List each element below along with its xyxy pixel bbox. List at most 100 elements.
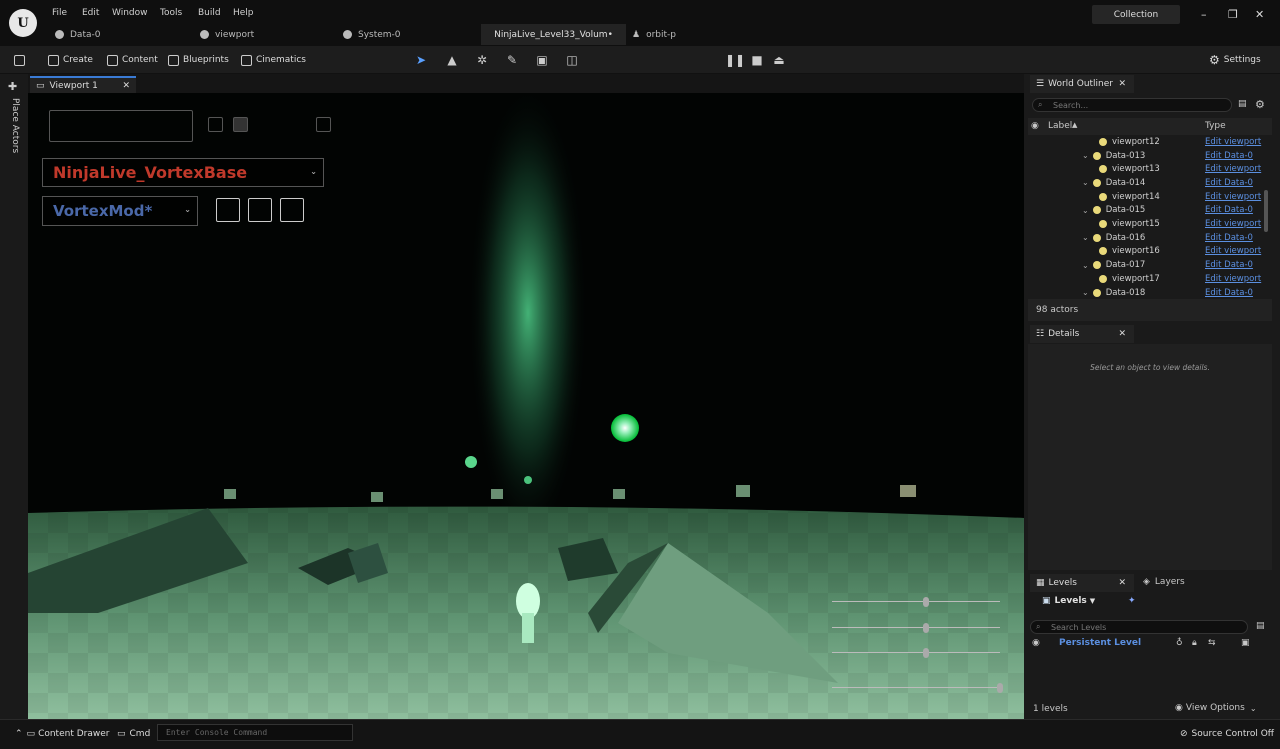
outliner-search-input[interactable]: ⌕ Search... <box>1032 98 1232 112</box>
outliner-row-type-link[interactable]: Edit Data-0 <box>1205 288 1253 298</box>
outliner-row-type-link[interactable]: Edit Data-0 <box>1205 260 1253 270</box>
outliner-scrollbar[interactable] <box>1264 190 1268 232</box>
close-icon[interactable]: ✕ <box>1255 8 1264 21</box>
tab-orbit-p[interactable]: ♟ orbit-p <box>632 24 732 45</box>
slider-knob[interactable] <box>922 648 929 658</box>
outliner-row-type-link[interactable]: Edit viewport <box>1205 164 1261 174</box>
outliner-row-type-link[interactable]: Edit Data-0 <box>1205 233 1253 243</box>
add-folder-icon[interactable]: ▤ <box>1238 99 1247 109</box>
stop-icon[interactable]: ■ <box>749 52 765 68</box>
close-icon[interactable]: ✕ <box>1118 578 1126 588</box>
minimize-icon[interactable]: – <box>1201 8 1207 21</box>
paint-mode-icon[interactable]: ✎ <box>504 52 520 68</box>
slash-icon[interactable] <box>280 198 304 222</box>
menu-edit[interactable]: Edit <box>82 8 99 18</box>
outliner-row[interactable]: viewport15 Edit viewport <box>1028 217 1272 231</box>
select-mode-icon[interactable]: ➤ <box>413 52 429 68</box>
console-command-input[interactable]: Enter Console Command <box>157 724 353 741</box>
settings-button[interactable]: ⚙ Settings <box>1205 51 1265 69</box>
place-actors-label[interactable]: Place Actors <box>10 98 20 153</box>
menu-file[interactable]: File <box>52 8 67 18</box>
content-button[interactable]: Content <box>103 51 162 69</box>
tab-levels[interactable]: ▦ Levels ✕ <box>1030 574 1134 592</box>
outliner-row[interactable]: viewport16 Edit viewport <box>1028 245 1272 259</box>
chevron-down-icon[interactable]: ⌄ <box>1082 261 1089 270</box>
slider-knob[interactable] <box>922 597 929 607</box>
outliner-row-type-link[interactable]: Edit Data-0 <box>1205 151 1253 161</box>
outliner-row[interactable]: viewport14 Edit viewport <box>1028 190 1272 204</box>
overlay-checkbox[interactable] <box>233 117 248 132</box>
level-row[interactable]: ◉ Persistent Level ♁ 🔒︎ ⇆ ▣ <box>1028 637 1272 651</box>
viewport-tab[interactable]: ▭ Viewport 1 ✕ <box>30 76 136 93</box>
menu-window[interactable]: Window <box>112 8 148 18</box>
vortex-mod-select[interactable]: VortexMod* ⌄ <box>42 196 198 226</box>
source-control-button[interactable]: ⊘ Source Control Off <box>1180 729 1274 739</box>
outliner-row[interactable]: ⌄ Data-015 Edit Data-0 <box>1028 204 1272 218</box>
create-button[interactable]: Create <box>44 51 97 69</box>
blueprints-button[interactable]: Blueprints <box>164 51 233 69</box>
overlay-checkbox[interactable] <box>316 117 331 132</box>
menu-build[interactable]: Build <box>198 8 221 18</box>
gear-icon[interactable]: ⚙ <box>1255 98 1265 111</box>
outliner-row-type-link[interactable]: Edit viewport <box>1205 246 1261 256</box>
chevron-down-icon[interactable]: ⌄ <box>1082 151 1089 160</box>
slider-track[interactable] <box>832 652 1000 653</box>
column-type[interactable]: Type <box>1205 121 1226 131</box>
tab-system-0[interactable]: System-0 <box>343 24 481 45</box>
tab-details[interactable]: ☷ Details ✕ <box>1030 325 1134 343</box>
overlay-checkbox[interactable] <box>208 117 223 132</box>
outliner-row[interactable]: viewport12 Edit viewport <box>1028 135 1272 149</box>
collection-button[interactable]: Collection <box>1092 5 1180 24</box>
menu-help[interactable]: Help <box>233 8 254 18</box>
tab-layers[interactable]: ◈ Layers <box>1143 577 1185 587</box>
lightbulb-icon[interactable]: ♁ <box>1176 638 1183 648</box>
content-drawer-button[interactable]: ⌃ ▭ Content Drawer <box>15 729 109 739</box>
outliner-row[interactable]: ⌄ Data-013 Edit Data-0 <box>1028 149 1272 163</box>
slider-knob[interactable] <box>997 683 1003 693</box>
outliner-row-type-link[interactable]: Edit viewport <box>1205 137 1261 147</box>
tab-viewport[interactable]: viewport <box>200 24 340 45</box>
pause-icon[interactable]: ❚❚ <box>725 52 745 68</box>
outliner-row[interactable]: ⌄ Data-018 Edit Data-0 <box>1028 286 1272 300</box>
outliner-row-type-link[interactable]: Edit viewport <box>1205 219 1261 229</box>
outliner-row[interactable]: ⌄ Data-016 Edit Data-0 <box>1028 231 1272 245</box>
outliner-row-type-link[interactable]: Edit Data-0 <box>1205 205 1253 215</box>
cinematics-button[interactable]: Cinematics <box>237 51 310 69</box>
save-icon[interactable] <box>10 51 33 69</box>
mesh-mode-icon[interactable]: ▣ <box>534 52 550 68</box>
lock-icon[interactable]: 🔒︎ <box>1192 638 1197 648</box>
slider-track[interactable] <box>832 627 1000 628</box>
foliage-mode-icon[interactable]: ✲ <box>474 52 490 68</box>
outliner-row-type-link[interactable]: Edit viewport <box>1205 274 1261 284</box>
outliner-row[interactable]: viewport17 Edit viewport <box>1028 272 1272 286</box>
cmd-button[interactable]: ▭ Cmd <box>117 729 150 739</box>
tab-level[interactable]: NinjaLive_Level33_Volum• <box>481 24 626 45</box>
levels-search-input[interactable]: ⌕ Search Levels <box>1030 620 1248 634</box>
eject-icon[interactable]: ⏏ <box>771 52 787 68</box>
fracture-mode-icon[interactable]: ◫ <box>564 52 580 68</box>
layers-icon[interactable] <box>248 198 272 222</box>
column-label[interactable]: Label <box>1048 121 1072 131</box>
menu-tools[interactable]: Tools <box>160 8 182 18</box>
levels-dropdown[interactable]: ▣ Levels ▼ <box>1042 596 1095 606</box>
landscape-mode-icon[interactable]: ▲ <box>444 52 460 68</box>
view-options-button[interactable]: ◉ View Options ⌄ <box>1175 703 1257 713</box>
visibility-icon[interactable]: ◉ <box>1032 638 1040 648</box>
chevron-down-icon[interactable]: ⌄ <box>1082 178 1089 187</box>
frame-icon[interactable] <box>216 198 240 222</box>
slider-track[interactable] <box>832 687 1000 688</box>
outliner-row[interactable]: viewport13 Edit viewport <box>1028 162 1272 176</box>
unreal-logo-icon[interactable]: U <box>9 9 37 37</box>
vortex-base-select[interactable]: NinjaLive_VortexBase ⌄ <box>42 158 324 187</box>
place-actors-icon[interactable]: ✚ <box>8 80 17 93</box>
maximize-icon[interactable]: ❐ <box>1228 8 1238 21</box>
save-icon[interactable]: ▣ <box>1241 638 1250 648</box>
tab-world-outliner[interactable]: ☰ World Outliner ✕ <box>1030 75 1134 93</box>
close-icon[interactable]: ✕ <box>1118 329 1126 339</box>
close-tab-icon[interactable]: ✕ <box>122 81 130 91</box>
outliner-row[interactable]: ⌄ Data-014 Edit Data-0 <box>1028 176 1272 190</box>
outliner-row-type-link[interactable]: Edit Data-0 <box>1205 178 1253 188</box>
chevron-down-icon[interactable]: ⌄ <box>1082 233 1089 242</box>
slider-track[interactable] <box>832 601 1000 602</box>
streaming-icon[interactable]: ⇆ <box>1208 638 1216 648</box>
